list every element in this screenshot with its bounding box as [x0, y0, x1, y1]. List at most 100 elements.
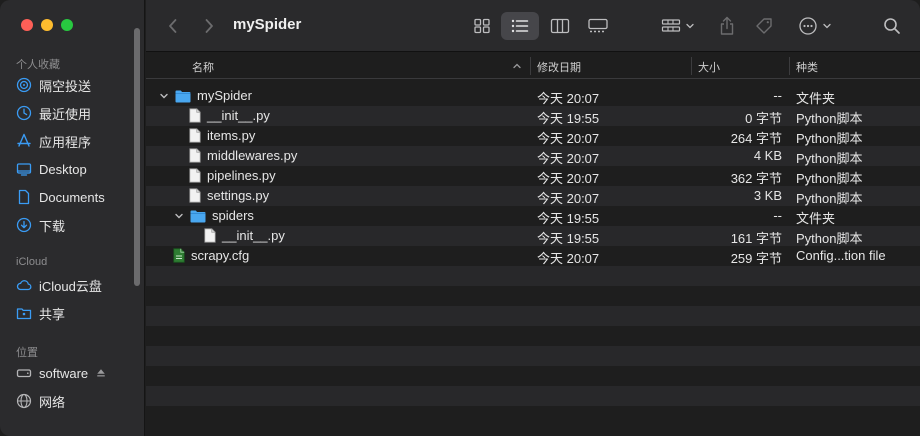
column-header-date[interactable]: 修改日期: [537, 59, 581, 75]
search-button[interactable]: [878, 12, 906, 40]
file-size: 161 字节: [730, 231, 782, 246]
disk-icon: [16, 369, 32, 378]
file-row[interactable]: __init__.py 今天 19:55 161 字节 Python脚本: [146, 226, 920, 246]
minimize-window-button[interactable]: [41, 19, 53, 31]
file-row[interactable]: __init__.py 今天 19:55 0 字节 Python脚本: [146, 106, 920, 126]
sidebar-item-desktop[interactable]: Desktop: [16, 158, 87, 180]
sidebar-item-label: 最近使用: [39, 106, 92, 122]
file-row[interactable]: middlewares.py 今天 20:07 4 KB Python脚本: [146, 146, 920, 166]
sidebar-item-shared[interactable]: 共享: [16, 302, 65, 324]
tag-icon: [756, 18, 772, 34]
tag-button[interactable]: [751, 12, 779, 40]
file-kind: Python脚本: [796, 131, 863, 146]
globe-icon: [16, 393, 32, 409]
chevron-up-icon[interactable]: [512, 62, 522, 70]
column-header-size[interactable]: 大小: [698, 59, 720, 75]
columns-icon: [550, 18, 570, 34]
file-kind: Python脚本: [796, 171, 863, 186]
file-kind: Python脚本: [796, 231, 863, 246]
empty-row: [146, 346, 920, 366]
sidebar-item-recents[interactable]: 最近使用: [16, 102, 91, 124]
file-kind: 文件夹: [796, 211, 836, 226]
group-icon: [661, 19, 681, 32]
more-actions-button[interactable]: [794, 12, 836, 40]
gallery-view-button[interactable]: [583, 12, 613, 40]
column-divider[interactable]: [530, 57, 531, 75]
file-size: 264 字节: [730, 131, 782, 146]
file-icon: [204, 228, 216, 243]
applications-icon: [17, 133, 31, 147]
sidebar-item-software[interactable]: software: [16, 362, 107, 384]
file-icon: [189, 168, 201, 183]
sidebar-item-downloads[interactable]: 下载: [16, 214, 65, 236]
empty-row: [146, 406, 920, 426]
file-row[interactable]: mySpider 今天 20:07 -- 文件夹: [146, 86, 920, 106]
forward-button[interactable]: [196, 12, 222, 40]
sidebar-section-icloud: iCloud: [16, 256, 48, 268]
group-by-button[interactable]: [656, 12, 700, 40]
sidebar-item-documents[interactable]: Documents: [16, 186, 105, 208]
sidebar-item-label: 应用程序: [39, 134, 92, 150]
list-view-button[interactable]: [501, 12, 539, 40]
column-divider[interactable]: [691, 57, 692, 75]
file-name: __init__.py: [222, 228, 285, 243]
sidebar-item-label: Documents: [39, 189, 105, 205]
file-name: scrapy.cfg: [191, 248, 250, 263]
empty-row: [146, 266, 920, 286]
file-icon: [189, 148, 201, 163]
file-size: --: [773, 208, 782, 223]
file-row[interactable]: spiders 今天 19:55 -- 文件夹: [146, 206, 920, 226]
empty-row: [146, 386, 920, 406]
file-kind: Python脚本: [796, 191, 863, 206]
file-kind: Python脚本: [796, 111, 863, 126]
file-row[interactable]: items.py 今天 20:07 264 字节 Python脚本: [146, 126, 920, 146]
sidebar-section-locations: 位置: [16, 347, 38, 359]
document-icon: [18, 189, 30, 205]
sidebar-item-airdrop[interactable]: 隔空投送: [16, 74, 91, 96]
column-header-name[interactable]: 名称: [192, 59, 214, 75]
file-size: 362 字节: [730, 171, 782, 186]
file-name: spiders: [212, 208, 254, 223]
download-icon: [16, 217, 32, 233]
file-kind: Python脚本: [796, 151, 863, 166]
sidebar-item-label: 隔空投送: [39, 78, 92, 94]
folder-icon: [190, 210, 206, 222]
search-icon: [884, 18, 900, 34]
file-date: 今天 20:07: [537, 251, 600, 266]
file-row[interactable]: pipelines.py 今天 20:07 362 字节 Python脚本: [146, 166, 920, 186]
finder-window: 个人收藏 隔空投送 最近使用 应用程序 Desktop Documents 下载…: [0, 0, 920, 436]
grid-icon: [474, 18, 490, 34]
column-header-kind[interactable]: 种类: [796, 59, 818, 75]
sidebar-item-label: 下载: [39, 218, 66, 234]
sidebar-item-label: iCloud云盘: [39, 278, 102, 294]
file-row[interactable]: scrapy.cfg 今天 20:07 259 字节 Config...tion…: [146, 246, 920, 266]
chevron-down-icon: [686, 23, 694, 29]
empty-row: [146, 306, 920, 326]
file-date: 今天 20:07: [537, 191, 600, 206]
shared-folder-icon: [16, 308, 32, 320]
sidebar-item-label: 网络: [39, 394, 66, 410]
file-row[interactable]: settings.py 今天 20:07 3 KB Python脚本: [146, 186, 920, 206]
window-title: mySpider: [233, 16, 302, 33]
ellipsis-circle-icon: [799, 17, 817, 35]
file-date: 今天 20:07: [537, 171, 600, 186]
disclosure-chevron-icon[interactable]: [174, 211, 184, 221]
share-button[interactable]: [713, 12, 741, 40]
sidebar-item-network[interactable]: 网络: [16, 390, 65, 412]
icon-view-button[interactable]: [468, 12, 496, 40]
sidebar-item-icloud-drive[interactable]: iCloud云盘: [16, 274, 102, 296]
file-icon: [189, 188, 201, 203]
file-size: 4 KB: [753, 148, 782, 163]
sidebar-scrollbar[interactable]: [134, 28, 140, 286]
eject-icon[interactable]: [95, 367, 107, 379]
zoom-window-button[interactable]: [61, 19, 73, 31]
sidebar-item-applications[interactable]: 应用程序: [16, 130, 91, 152]
column-divider[interactable]: [789, 57, 790, 75]
list-icon: [511, 19, 529, 33]
file-date: 今天 20:07: [537, 151, 600, 166]
back-button[interactable]: [160, 12, 186, 40]
file-size: 259 字节: [730, 251, 782, 266]
column-view-button[interactable]: [546, 12, 574, 40]
disclosure-chevron-icon[interactable]: [159, 91, 169, 101]
close-window-button[interactable]: [21, 19, 33, 31]
